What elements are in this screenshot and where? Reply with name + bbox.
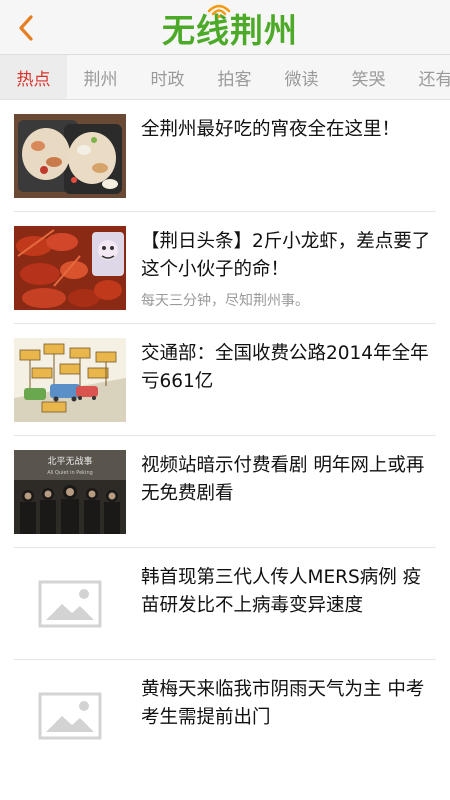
tab-xiaoku[interactable]: 笑哭 xyxy=(335,55,402,99)
news-item[interactable]: 黄梅天来临我市阴雨天气为主 中考考生需提前出门 xyxy=(14,660,436,772)
news-title: 交通部：全国收费公路2014年全年亏661亿 xyxy=(141,343,429,392)
image-placeholder-icon xyxy=(38,692,102,740)
news-title: 全荆州最好吃的宵夜全在这里！ xyxy=(141,119,401,140)
news-title: 视频站暗示付费看剧 明年网上或再无免费剧看 xyxy=(141,455,425,504)
tab-paike[interactable]: 拍客 xyxy=(201,55,268,99)
news-title: 黄梅天来临我市阴雨天气为主 中考考生需提前出门 xyxy=(141,679,425,728)
app-header: 无线荆州 xyxy=(0,0,450,55)
crayfish-photo xyxy=(14,226,126,310)
food-photo xyxy=(14,114,126,198)
tab-jingzhou[interactable]: 荆州 xyxy=(67,55,134,99)
tab-weidu[interactable]: 微读 xyxy=(268,55,335,99)
news-list: 全荆州最好吃的宵夜全在这里！ 【荆日头条】2斤小龙虾，差点要了这个小伙子的命！ … xyxy=(0,100,450,772)
toll-cartoon xyxy=(14,338,126,422)
drama-poster: 北平无战事 All Quiet in Peking xyxy=(14,450,126,534)
news-subtitle: 每天三分钟，尽知荆州事。 xyxy=(141,293,309,309)
news-item[interactable]: 韩首现第三代人传人MERS病例 疫苗研发比不上病毒变异速度 xyxy=(14,548,436,660)
thumb-placeholder xyxy=(14,674,126,758)
wifi-icon xyxy=(207,4,231,18)
category-tabs: 热点 荆州 时政 拍客 微读 笑哭 还有 xyxy=(0,55,450,100)
image-placeholder-icon xyxy=(38,580,102,628)
news-title: 韩首现第三代人传人MERS病例 疫苗研发比不上病毒变异速度 xyxy=(141,567,422,616)
news-item[interactable]: 北平无战事 All Quiet in Peking 视频站暗示付费看剧 明年网上… xyxy=(14,436,436,548)
poster-subtitle: All Quiet in Peking xyxy=(47,470,93,476)
tab-hot[interactable]: 热点 xyxy=(0,55,67,99)
back-button[interactable] xyxy=(8,8,44,48)
news-item[interactable]: 全荆州最好吃的宵夜全在这里！ xyxy=(14,100,436,212)
thumb-placeholder xyxy=(14,562,126,646)
tab-politics[interactable]: 时政 xyxy=(134,55,201,99)
news-title: 【荆日头条】2斤小龙虾，差点要了这个小伙子的命！ xyxy=(141,231,431,280)
app-logo: 无线荆州 xyxy=(150,4,310,52)
poster-title: 北平无战事 xyxy=(47,455,92,467)
tab-more[interactable]: 还有 xyxy=(402,55,450,99)
news-item[interactable]: 交通部：全国收费公路2014年全年亏661亿 xyxy=(14,324,436,436)
news-item[interactable]: 【荆日头条】2斤小龙虾，差点要了这个小伙子的命！ 每天三分钟，尽知荆州事。 xyxy=(14,212,436,324)
chevron-left-icon xyxy=(19,15,33,41)
